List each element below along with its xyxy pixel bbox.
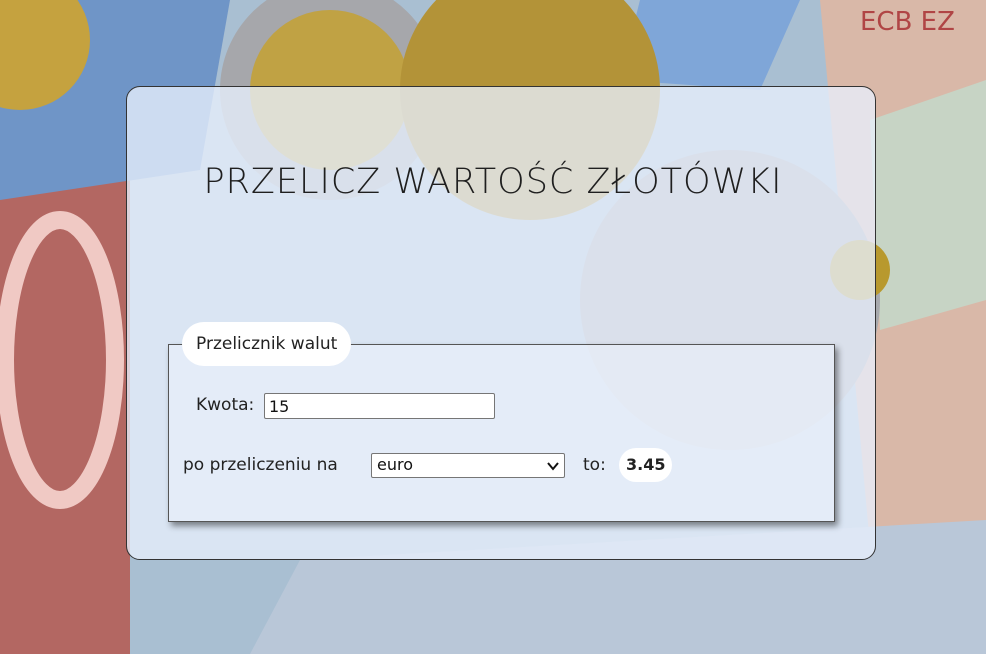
currency-select-value: euro xyxy=(377,455,413,474)
chevron-down-icon xyxy=(546,458,560,477)
result-value: 3.45 xyxy=(619,448,673,482)
svg-text:ECB EZ: ECB EZ xyxy=(860,7,955,37)
converter-fieldset xyxy=(168,344,835,522)
converter-legend: Przelicznik walut xyxy=(182,322,352,366)
currency-select[interactable]: euro xyxy=(371,453,565,478)
result-label: to: xyxy=(583,455,606,475)
page-title: PRZELICZ WARTOŚĆ ZŁOTÓWKI xyxy=(203,162,783,202)
amount-label: Kwota: xyxy=(196,395,255,415)
amount-input[interactable] xyxy=(264,393,495,419)
convert-to-label: po przeliczeniu na xyxy=(183,455,338,475)
